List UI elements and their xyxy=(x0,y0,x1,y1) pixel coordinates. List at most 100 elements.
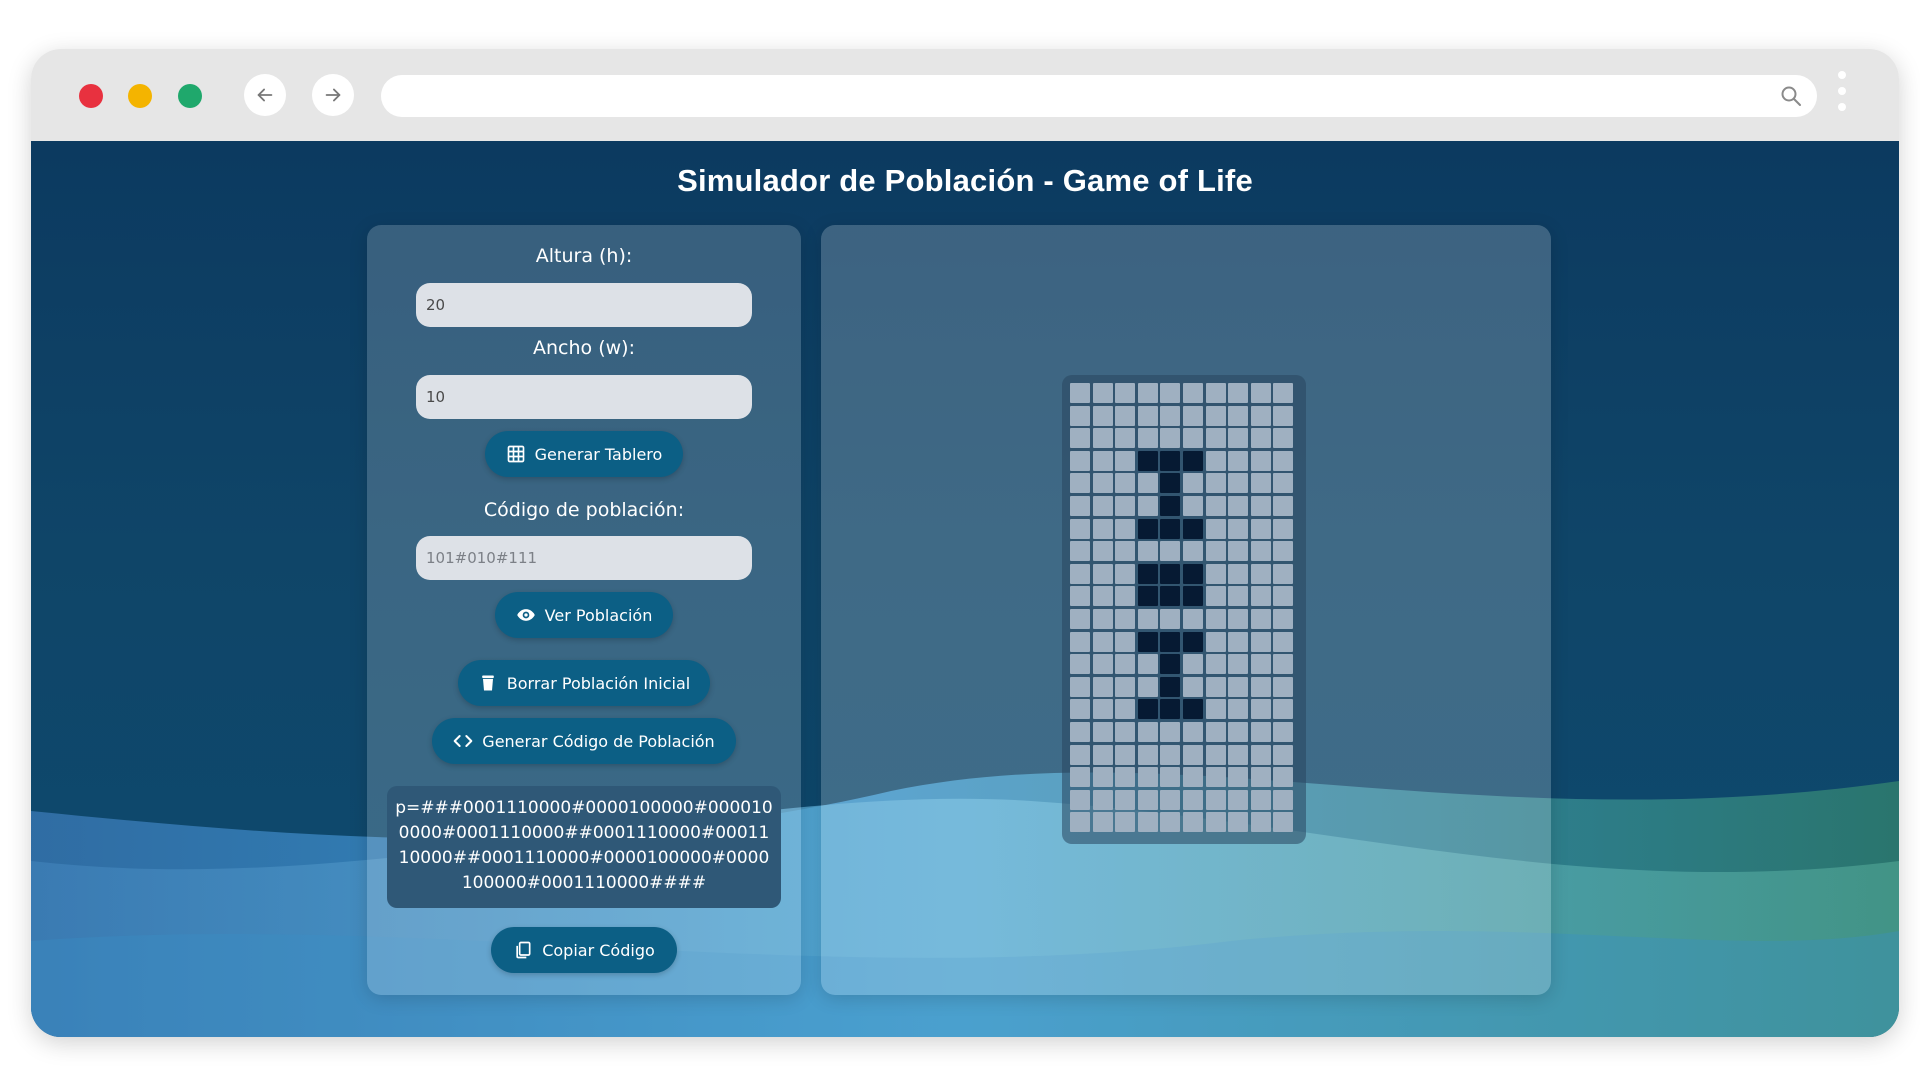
board-cell[interactable] xyxy=(1273,563,1294,584)
board-cell[interactable] xyxy=(1092,699,1113,720)
board-cell[interactable] xyxy=(1273,450,1294,471)
board-cell[interactable] xyxy=(1137,563,1158,584)
board-cell[interactable] xyxy=(1250,473,1271,494)
board-cell[interactable] xyxy=(1205,428,1226,449)
board-cell[interactable] xyxy=(1228,654,1249,675)
board-cell[interactable] xyxy=(1228,450,1249,471)
board-cell[interactable] xyxy=(1228,518,1249,539)
board-cell[interactable] xyxy=(1228,405,1249,426)
board-cell[interactable] xyxy=(1228,473,1249,494)
board-cell[interactable] xyxy=(1250,676,1271,697)
board-cell[interactable] xyxy=(1182,563,1203,584)
board-cell[interactable] xyxy=(1228,631,1249,652)
board-cell[interactable] xyxy=(1070,699,1090,720)
board-cell[interactable] xyxy=(1160,450,1181,471)
board-cell[interactable] xyxy=(1228,789,1249,810)
board-cell[interactable] xyxy=(1070,586,1090,607)
board-cell[interactable] xyxy=(1092,654,1113,675)
board-cell[interactable] xyxy=(1115,563,1136,584)
board-cell[interactable] xyxy=(1273,473,1294,494)
board-cell[interactable] xyxy=(1070,518,1090,539)
board-cell[interactable] xyxy=(1228,428,1249,449)
board-cell[interactable] xyxy=(1115,699,1136,720)
board-cell[interactable] xyxy=(1160,541,1181,562)
board-cell[interactable] xyxy=(1273,789,1294,810)
board-cell[interactable] xyxy=(1115,812,1136,833)
board-cell[interactable] xyxy=(1205,563,1226,584)
board-cell[interactable] xyxy=(1205,450,1226,471)
board-cell[interactable] xyxy=(1228,495,1249,516)
board-cell[interactable] xyxy=(1092,383,1113,403)
board-cell[interactable] xyxy=(1137,541,1158,562)
board-cell[interactable] xyxy=(1228,812,1249,833)
board-cell[interactable] xyxy=(1070,608,1090,629)
board-cell[interactable] xyxy=(1137,518,1158,539)
board-cell[interactable] xyxy=(1137,473,1158,494)
board-cell[interactable] xyxy=(1273,631,1294,652)
board-cell[interactable] xyxy=(1182,767,1203,788)
board-cell[interactable] xyxy=(1182,518,1203,539)
board-cell[interactable] xyxy=(1273,767,1294,788)
board-cell[interactable] xyxy=(1115,654,1136,675)
board-cell[interactable] xyxy=(1250,744,1271,765)
board-cell[interactable] xyxy=(1205,586,1226,607)
board-cell[interactable] xyxy=(1070,767,1090,788)
board-cell[interactable] xyxy=(1160,654,1181,675)
board-cell[interactable] xyxy=(1137,631,1158,652)
forward-button[interactable] xyxy=(312,74,354,116)
board-cell[interactable] xyxy=(1182,676,1203,697)
board-cell[interactable] xyxy=(1273,518,1294,539)
board-cell[interactable] xyxy=(1092,812,1113,833)
board-cell[interactable] xyxy=(1070,631,1090,652)
board-cell[interactable] xyxy=(1205,721,1226,742)
board-cell[interactable] xyxy=(1160,699,1181,720)
board-cell[interactable] xyxy=(1205,541,1226,562)
board-cell[interactable] xyxy=(1160,518,1181,539)
board-cell[interactable] xyxy=(1250,608,1271,629)
board-cell[interactable] xyxy=(1092,450,1113,471)
board-cell[interactable] xyxy=(1205,654,1226,675)
maximize-window-dot[interactable] xyxy=(178,84,202,108)
board-cell[interactable] xyxy=(1092,563,1113,584)
board-cell[interactable] xyxy=(1273,654,1294,675)
board-cell[interactable] xyxy=(1205,767,1226,788)
board-cell[interactable] xyxy=(1070,450,1090,471)
close-window-dot[interactable] xyxy=(79,84,103,108)
board-cell[interactable] xyxy=(1137,744,1158,765)
board-cell[interactable] xyxy=(1070,541,1090,562)
board-cell[interactable] xyxy=(1092,789,1113,810)
board-cell[interactable] xyxy=(1250,767,1271,788)
board-cell[interactable] xyxy=(1250,495,1271,516)
board-cell[interactable] xyxy=(1273,383,1294,403)
board-cell[interactable] xyxy=(1250,518,1271,539)
board-cell[interactable] xyxy=(1182,405,1203,426)
board-cell[interactable] xyxy=(1137,767,1158,788)
board-cell[interactable] xyxy=(1205,608,1226,629)
board-cell[interactable] xyxy=(1137,699,1158,720)
board-cell[interactable] xyxy=(1160,767,1181,788)
board-cell[interactable] xyxy=(1137,812,1158,833)
board-cell[interactable] xyxy=(1115,428,1136,449)
board-cell[interactable] xyxy=(1250,789,1271,810)
board-cell[interactable] xyxy=(1205,383,1226,403)
board-cell[interactable] xyxy=(1182,450,1203,471)
board-cell[interactable] xyxy=(1250,541,1271,562)
board-cell[interactable] xyxy=(1137,495,1158,516)
board-cell[interactable] xyxy=(1228,744,1249,765)
board-cell[interactable] xyxy=(1205,518,1226,539)
board-cell[interactable] xyxy=(1115,541,1136,562)
board-cell[interactable] xyxy=(1182,608,1203,629)
board-cell[interactable] xyxy=(1205,676,1226,697)
board-cell[interactable] xyxy=(1092,744,1113,765)
minimize-window-dot[interactable] xyxy=(128,84,152,108)
board-cell[interactable] xyxy=(1182,699,1203,720)
board-cell[interactable] xyxy=(1115,405,1136,426)
board-cell[interactable] xyxy=(1115,495,1136,516)
board-cell[interactable] xyxy=(1070,383,1090,403)
board-cell[interactable] xyxy=(1182,654,1203,675)
board-cell[interactable] xyxy=(1182,812,1203,833)
board-cell[interactable] xyxy=(1115,473,1136,494)
board-cell[interactable] xyxy=(1250,654,1271,675)
board-cell[interactable] xyxy=(1273,721,1294,742)
board-cell[interactable] xyxy=(1070,495,1090,516)
